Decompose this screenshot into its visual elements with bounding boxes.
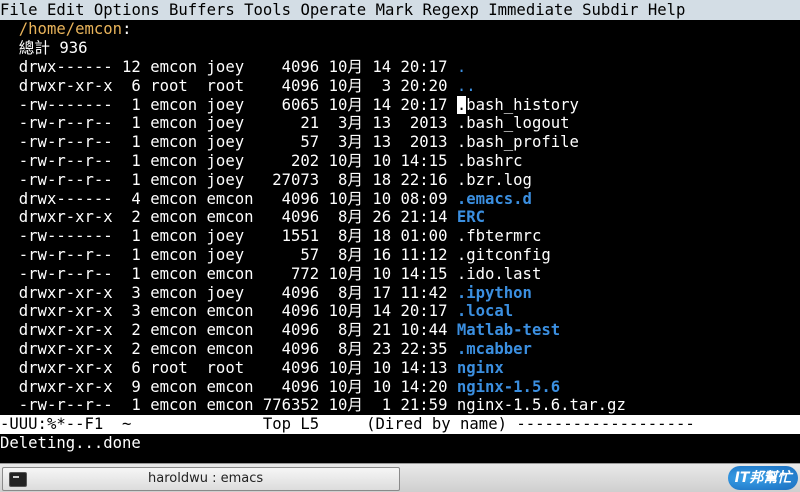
dired-row-attributes: drwxr-xr-x 3 emcon emcon 4096 10月 14 20:… (0, 302, 457, 321)
dired-row-attributes: drwxr-xr-x 3 emcon joey 4096 8月 17 11:42 (0, 283, 457, 302)
dired-row-attributes: -rw------- 1 emcon joey 6065 10月 14 20:1… (0, 95, 457, 114)
dired-row[interactable]: drwx------ 12 emcon joey 4096 10月 14 20:… (0, 58, 800, 77)
taskbar-window-button[interactable]: haroldwu : emacs (2, 467, 400, 491)
menu-item-regexp[interactable]: Regexp (423, 1, 479, 19)
dired-file-name[interactable]: .bash_logout (457, 114, 570, 132)
dired-row-attributes: -rw-r--r-- 1 emcon joey 21 3月 13 2013 (0, 114, 457, 133)
dired-file-name[interactable]: .mcabber (457, 340, 532, 358)
taskbar: haroldwu : emacs IT邦幫忙 (0, 463, 800, 492)
dired-total-line: 總計 936 (0, 39, 800, 58)
mode-line: -UUU:%*--F1 ~ Top L5 (Dired by name) ---… (0, 415, 800, 434)
dired-directory-path[interactable]: /home/emcon (19, 20, 122, 38)
dired-row[interactable]: -rw------- 1 emcon joey 6065 10月 14 20:1… (0, 95, 800, 115)
dired-row[interactable]: drwxr-xr-x 2 emcon emcon 4096 8月 23 22:3… (0, 340, 800, 359)
menu-item-mark[interactable]: Mark (376, 1, 414, 19)
dired-row-attributes: -rw-r--r-- 1 emcon joey 202 10月 10 14:15 (0, 152, 457, 170)
dired-row[interactable]: drwxr-xr-x 2 emcon emcon 4096 8月 26 21:1… (0, 208, 800, 227)
menu-item-subdir[interactable]: Subdir (582, 1, 638, 19)
menu-item-operate[interactable]: Operate (300, 1, 366, 19)
dired-file-name[interactable]: . (457, 58, 466, 76)
dired-row-attributes: drwxr-xr-x 6 root root 4096 10月 3 20:20 (0, 76, 457, 95)
dired-row-attributes: -rw-r--r-- 1 emcon emcon 776352 10月 1 21… (0, 396, 457, 415)
taskbar-window-title: haroldwu : emacs (148, 471, 264, 486)
dired-row[interactable]: drwxr-xr-x 6 root root 4096 10月 3 20:20 … (0, 77, 800, 96)
menu-item-tools[interactable]: Tools (244, 1, 291, 19)
dired-file-name[interactable]: .bash_profile (457, 133, 579, 151)
dired-file-name[interactable]: .bashrc (457, 152, 523, 170)
dired-file-name[interactable]: nginx-1.5.6 (457, 378, 560, 396)
dired-row-attributes: -rw-r--r-- 1 emcon joey 57 8月 16 11:12 (0, 246, 457, 264)
dired-file-name[interactable]: .. (457, 77, 476, 95)
dired-file-name[interactable]: Matlab-test (457, 321, 560, 339)
dired-file-name[interactable]: .gitconfig (457, 246, 551, 264)
dired-file-name[interactable]: ERC (457, 208, 485, 226)
dired-file-name[interactable]: .ido.last (457, 265, 542, 283)
menu-bar: File Edit Options Buffers Tools Operate … (0, 0, 800, 20)
dired-row-attributes: drwxr-xr-x 6 root root 4096 10月 10 14:13 (0, 358, 457, 377)
dired-row[interactable]: drwxr-xr-x 3 emcon joey 4096 8月 17 11:42… (0, 284, 800, 303)
echo-area: Deleting...done (0, 434, 141, 452)
dired-row-attributes: drwxr-xr-x 2 emcon emcon 4096 8月 26 21:1… (0, 208, 457, 227)
dired-row[interactable]: -rw-r--r-- 1 emcon joey 57 8月 16 11:12 .… (0, 246, 800, 265)
dired-file-name[interactable]: nginx-1.5.6.tar.gz (457, 396, 626, 414)
dired-row[interactable]: -rw-r--r-- 1 emcon joey 57 3月 13 2013 .b… (0, 133, 800, 152)
dired-row-attributes: drwx------ 4 emcon emcon 4096 10月 10 08:… (0, 189, 457, 208)
dired-row-attributes: drwxr-xr-x 2 emcon emcon 4096 8月 23 22:3… (0, 340, 457, 358)
dired-file-name[interactable]: .ipython (457, 284, 532, 302)
menu-item-edit[interactable]: Edit (47, 1, 85, 19)
text-cursor: . (456, 95, 467, 114)
dired-file-name[interactable]: .bzr.log (457, 171, 532, 189)
terminal-icon (9, 472, 27, 487)
dired-row-attributes: drwxr-xr-x 2 emcon emcon 4096 8月 21 10:4… (0, 321, 457, 340)
dired-row[interactable]: -rw-r--r-- 1 emcon joey 21 3月 13 2013 .b… (0, 114, 800, 133)
dired-file-name[interactable]: .fbtermrc (457, 227, 542, 245)
dired-total: 總計 936 (18, 39, 88, 57)
dired-row-attributes: -rw-r--r-- 1 emcon joey 27073 8月 18 22:1… (0, 170, 457, 189)
menu-item-buffers[interactable]: Buffers (169, 1, 235, 19)
dired-row[interactable]: drwxr-xr-x 3 emcon emcon 4096 10月 14 20:… (0, 302, 800, 321)
dired-row-attributes: -rw-r--r-- 1 emcon emcon 772 10月 10 14:1… (0, 264, 457, 283)
menu-item-help[interactable]: Help (648, 1, 686, 19)
dired-row[interactable]: drwxr-xr-x 6 root root 4096 10月 10 14:13… (0, 359, 800, 378)
dired-row[interactable]: drwxr-xr-x 9 emcon emcon 4096 10月 10 14:… (0, 378, 800, 397)
dired-row-attributes: drwxr-xr-x 9 emcon emcon 4096 10月 10 14:… (0, 377, 457, 396)
dired-row[interactable]: -rw-r--r-- 1 emcon emcon 772 10月 10 14:1… (0, 265, 800, 284)
watermark-logo: IT邦幫忙 (728, 466, 798, 490)
dired-row[interactable]: drwx------ 4 emcon emcon 4096 10月 10 08:… (0, 190, 800, 209)
dired-file-name[interactable]: .bash_history (456, 95, 579, 114)
dired-file-name[interactable]: .local (457, 302, 513, 320)
dired-row-attributes: -rw------- 1 emcon joey 1551 8月 18 01:00 (0, 227, 457, 246)
menu-item-file[interactable]: File (0, 1, 38, 19)
menu-item-immediate[interactable]: Immediate (488, 1, 573, 19)
dired-row-attributes: drwx------ 12 emcon joey 4096 10月 14 20:… (0, 58, 457, 76)
dired-file-name[interactable]: nginx (457, 359, 504, 377)
dired-row[interactable]: -rw------- 1 emcon joey 1551 8月 18 01:00… (0, 227, 800, 246)
dired-file-name[interactable]: .emacs.d (457, 190, 532, 208)
menu-item-options[interactable]: Options (94, 1, 160, 19)
dired-row[interactable]: -rw-r--r-- 1 emcon joey 27073 8月 18 22:1… (0, 171, 800, 190)
dired-header-path-line: /home/emcon: (18, 20, 132, 38)
dired-row[interactable]: -rw-r--r-- 1 emcon joey 202 10月 10 14:15… (0, 152, 800, 171)
dired-row-attributes: -rw-r--r-- 1 emcon joey 57 3月 13 2013 (0, 133, 457, 152)
dired-row[interactable]: drwxr-xr-x 2 emcon emcon 4096 8月 21 10:4… (0, 321, 800, 340)
dired-row[interactable]: -rw-r--r-- 1 emcon emcon 776352 10月 1 21… (0, 396, 800, 415)
